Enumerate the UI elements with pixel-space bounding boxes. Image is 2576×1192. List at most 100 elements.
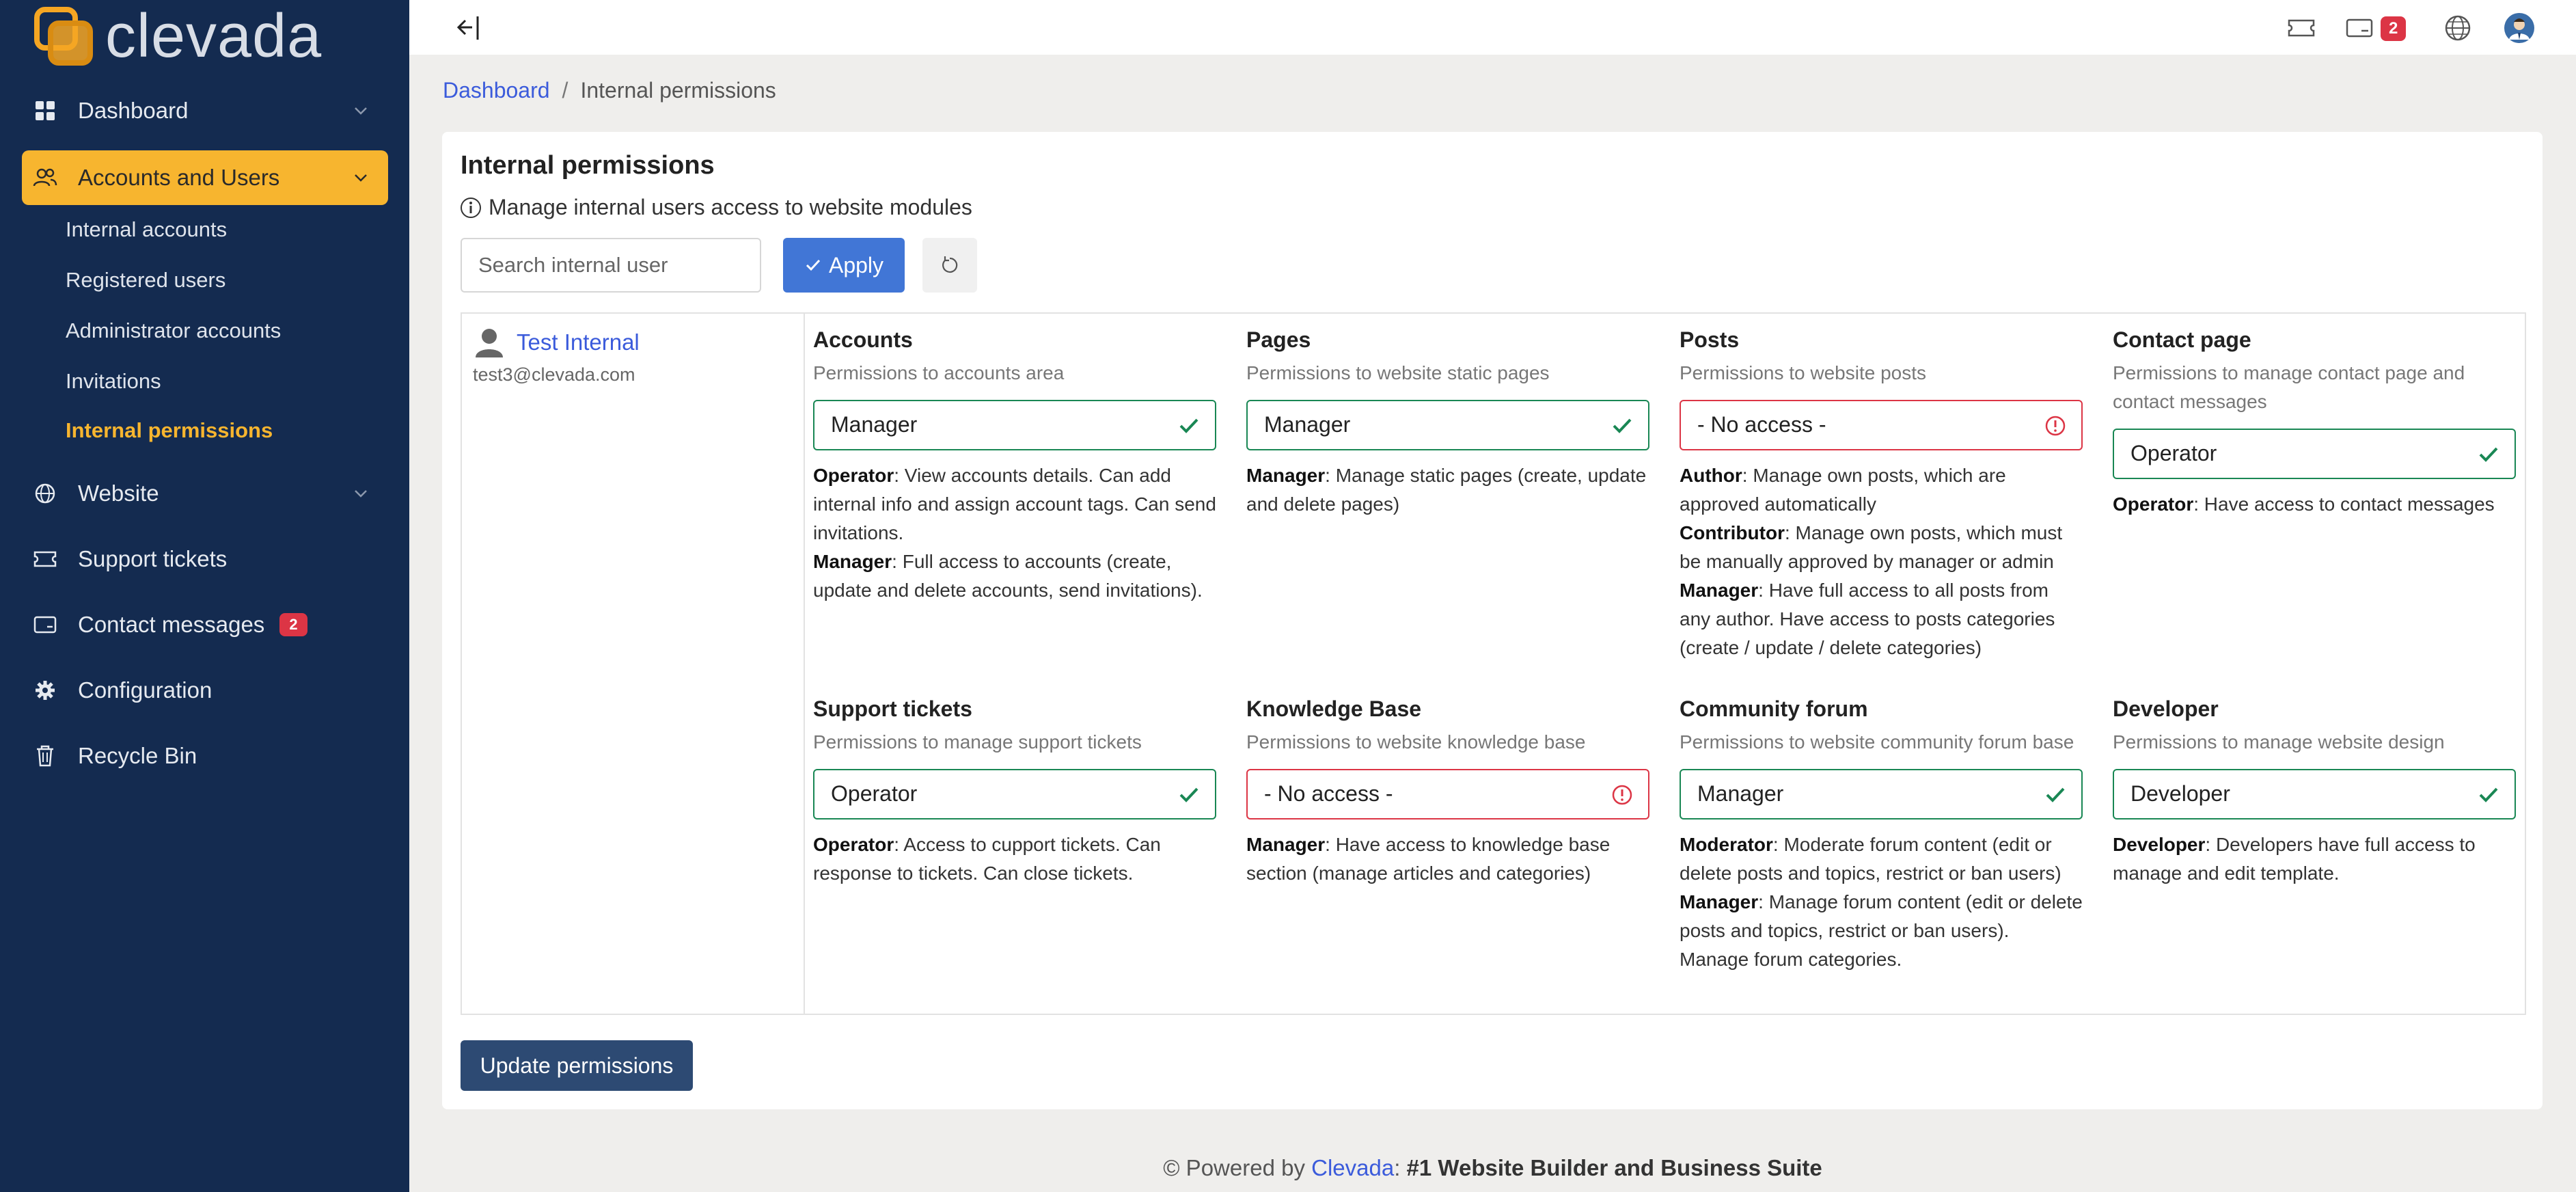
gear-icon (31, 677, 59, 704)
error-icon (1612, 785, 1632, 804)
logo[interactable]: clevada (34, 5, 322, 67)
permission-select[interactable]: Operator (813, 768, 1216, 820)
info-icon (461, 197, 481, 218)
module-contact-page: Contact page Permissions to manage contac… (2113, 326, 2516, 519)
sidebar-subitem-administrator-accounts[interactable]: Administrator accounts (66, 319, 281, 343)
chevron-down-icon (355, 107, 367, 115)
user-column: Test Internal test3@clevada.com (462, 314, 805, 1014)
module-knowledge-base: Knowledge Base Permissions to website kno… (1246, 695, 1649, 888)
help-line: Author: Manage own posts, which are appr… (1680, 461, 2083, 519)
sidebar-item-configuration[interactable]: Configuration (22, 663, 388, 718)
message-icon (31, 611, 59, 638)
module-developer: Developer Permissions to manage website d… (2113, 695, 2516, 888)
valid-check-icon (2479, 447, 2498, 462)
sidebar: clevada Dashboard Accounts and Users Int… (0, 0, 409, 1192)
avatar[interactable] (2504, 12, 2535, 44)
module-description: Permissions to manage support tickets (813, 731, 1142, 753)
permission-select[interactable]: Manager (813, 399, 1216, 450)
help-line: Manager: Manage static pages (create, up… (1246, 461, 1649, 519)
module-community-forum: Community forum Permissions to website co… (1680, 695, 2083, 974)
footer-prefix: © Powered by (1163, 1155, 1312, 1180)
permission-select[interactable]: Manager (1680, 768, 2083, 820)
module-description: Permissions to website static pages (1246, 362, 1550, 383)
sidebar-item-contact-messages[interactable]: Contact messages 2 (22, 597, 388, 652)
help-role: Operator (813, 464, 894, 486)
grid-icon (31, 97, 59, 124)
sidebar-item-website[interactable]: Website (22, 466, 388, 521)
reset-button[interactable] (922, 238, 977, 293)
sidebar-subitem-registered-users[interactable]: Registered users (66, 268, 225, 293)
collapse-sidebar-icon[interactable] (450, 11, 484, 44)
help-role: Manager (1680, 891, 1759, 912)
module-title: Accounts (813, 327, 913, 352)
module-description: Permissions to manage website design (2113, 731, 2445, 753)
module-pages: Pages Permissions to website static pages… (1246, 326, 1649, 519)
messages-badge: 2 (2381, 16, 2407, 41)
breadcrumb-separator: / (562, 78, 568, 103)
user-email: test3@clevada.com (473, 364, 635, 385)
help-line: Contributor: Manage own posts, which mus… (1680, 519, 2083, 576)
module-accounts: Accounts Permissions to accounts area Mana… (813, 326, 1216, 605)
sidebar-subitem-internal-accounts[interactable]: Internal accounts (66, 217, 227, 242)
search-input[interactable] (461, 238, 761, 293)
globe-icon[interactable] (2442, 12, 2474, 44)
user-name-link[interactable]: Test Internal (517, 329, 640, 355)
help-role: Operator (2113, 493, 2194, 515)
message-icon[interactable] (2344, 12, 2375, 44)
sidebar-item-label: Website (78, 480, 159, 506)
user-name[interactable]: Test Internal (473, 326, 640, 359)
update-permissions-button[interactable]: Update permissions (461, 1040, 693, 1091)
users-icon (31, 164, 59, 191)
globe-icon (31, 480, 59, 507)
footer-brand-link[interactable]: Clevada (1311, 1155, 1394, 1180)
permission-select[interactable]: - No access - (1246, 768, 1649, 820)
permission-select-value: Manager (831, 412, 918, 437)
help-role: Manager (813, 550, 892, 572)
ticket-icon[interactable] (2286, 12, 2317, 44)
permission-help: Manager: Manage static pages (create, up… (1246, 461, 1649, 519)
valid-check-icon (1179, 418, 1198, 433)
help-role: Moderator (1680, 833, 1773, 855)
module-description: Permissions to website knowledge base (1246, 731, 1586, 753)
permissions-table: Test Internal test3@clevada.com Accounts… (461, 312, 2526, 1015)
footer: © Powered by Clevada: #1 Website Builder… (409, 1155, 2576, 1181)
help-line: Manager: Manage forum content (edit or d… (1680, 888, 2083, 974)
sidebar-item-label: Accounts and Users (78, 165, 280, 190)
module-posts: Posts Permissions to website posts - No ac… (1680, 326, 2083, 662)
permission-select[interactable]: Manager (1246, 399, 1649, 450)
valid-check-icon (1179, 787, 1198, 802)
sidebar-subitem-internal-permissions[interactable]: Internal permissions (66, 418, 273, 443)
apply-button[interactable]: Apply (783, 238, 905, 293)
permission-help: Operator: Access to cupport tickets. Can… (813, 830, 1216, 888)
permission-select-value: Operator (2130, 441, 2217, 466)
help-text: : Have access to contact messages (2193, 493, 2495, 515)
sidebar-item-label: Recycle Bin (78, 743, 197, 768)
page-subtitle: Manage internal users access to website … (460, 195, 972, 220)
topbar (409, 0, 2576, 55)
help-line: Developer: Developers have full access t… (2113, 830, 2516, 888)
permission-select-value: - No access - (1697, 412, 1826, 437)
permission-select-value: Manager (1264, 412, 1351, 437)
module-title: Community forum (1680, 696, 1868, 721)
trash-icon (31, 742, 59, 770)
breadcrumb: Dashboard / Internal permissions (443, 78, 776, 103)
sidebar-item-dashboard[interactable]: Dashboard (22, 83, 388, 138)
help-line: Manager: Have full access to all posts f… (1680, 576, 2083, 662)
sidebar-subitem-invitations[interactable]: Invitations (66, 369, 161, 394)
sidebar-item-accounts-and-users[interactable]: Accounts and Users (22, 150, 388, 205)
sidebar-item-label: Configuration (78, 677, 213, 703)
logo-text: clevada (105, 2, 323, 70)
breadcrumb-current: Internal permissions (580, 78, 776, 103)
permission-select[interactable]: - No access - (1680, 399, 2083, 450)
breadcrumb-dashboard-link[interactable]: Dashboard (443, 78, 550, 103)
permission-select[interactable]: Developer (2113, 768, 2516, 820)
permission-help: Manager: Have access to knowledge base s… (1246, 830, 1649, 888)
footer-tagline: #1 Website Builder and Business Suite (1406, 1155, 1822, 1180)
permission-select[interactable]: Operator (2113, 428, 2516, 479)
sidebar-item-recycle-bin[interactable]: Recycle Bin (22, 729, 388, 783)
sidebar-item-support-tickets[interactable]: Support tickets (22, 532, 388, 586)
sidebar-item-label: Dashboard (78, 98, 189, 123)
module-title: Developer (2113, 696, 2219, 721)
permission-select-value: Operator (831, 781, 918, 807)
help-role: Manager (1680, 579, 1759, 601)
